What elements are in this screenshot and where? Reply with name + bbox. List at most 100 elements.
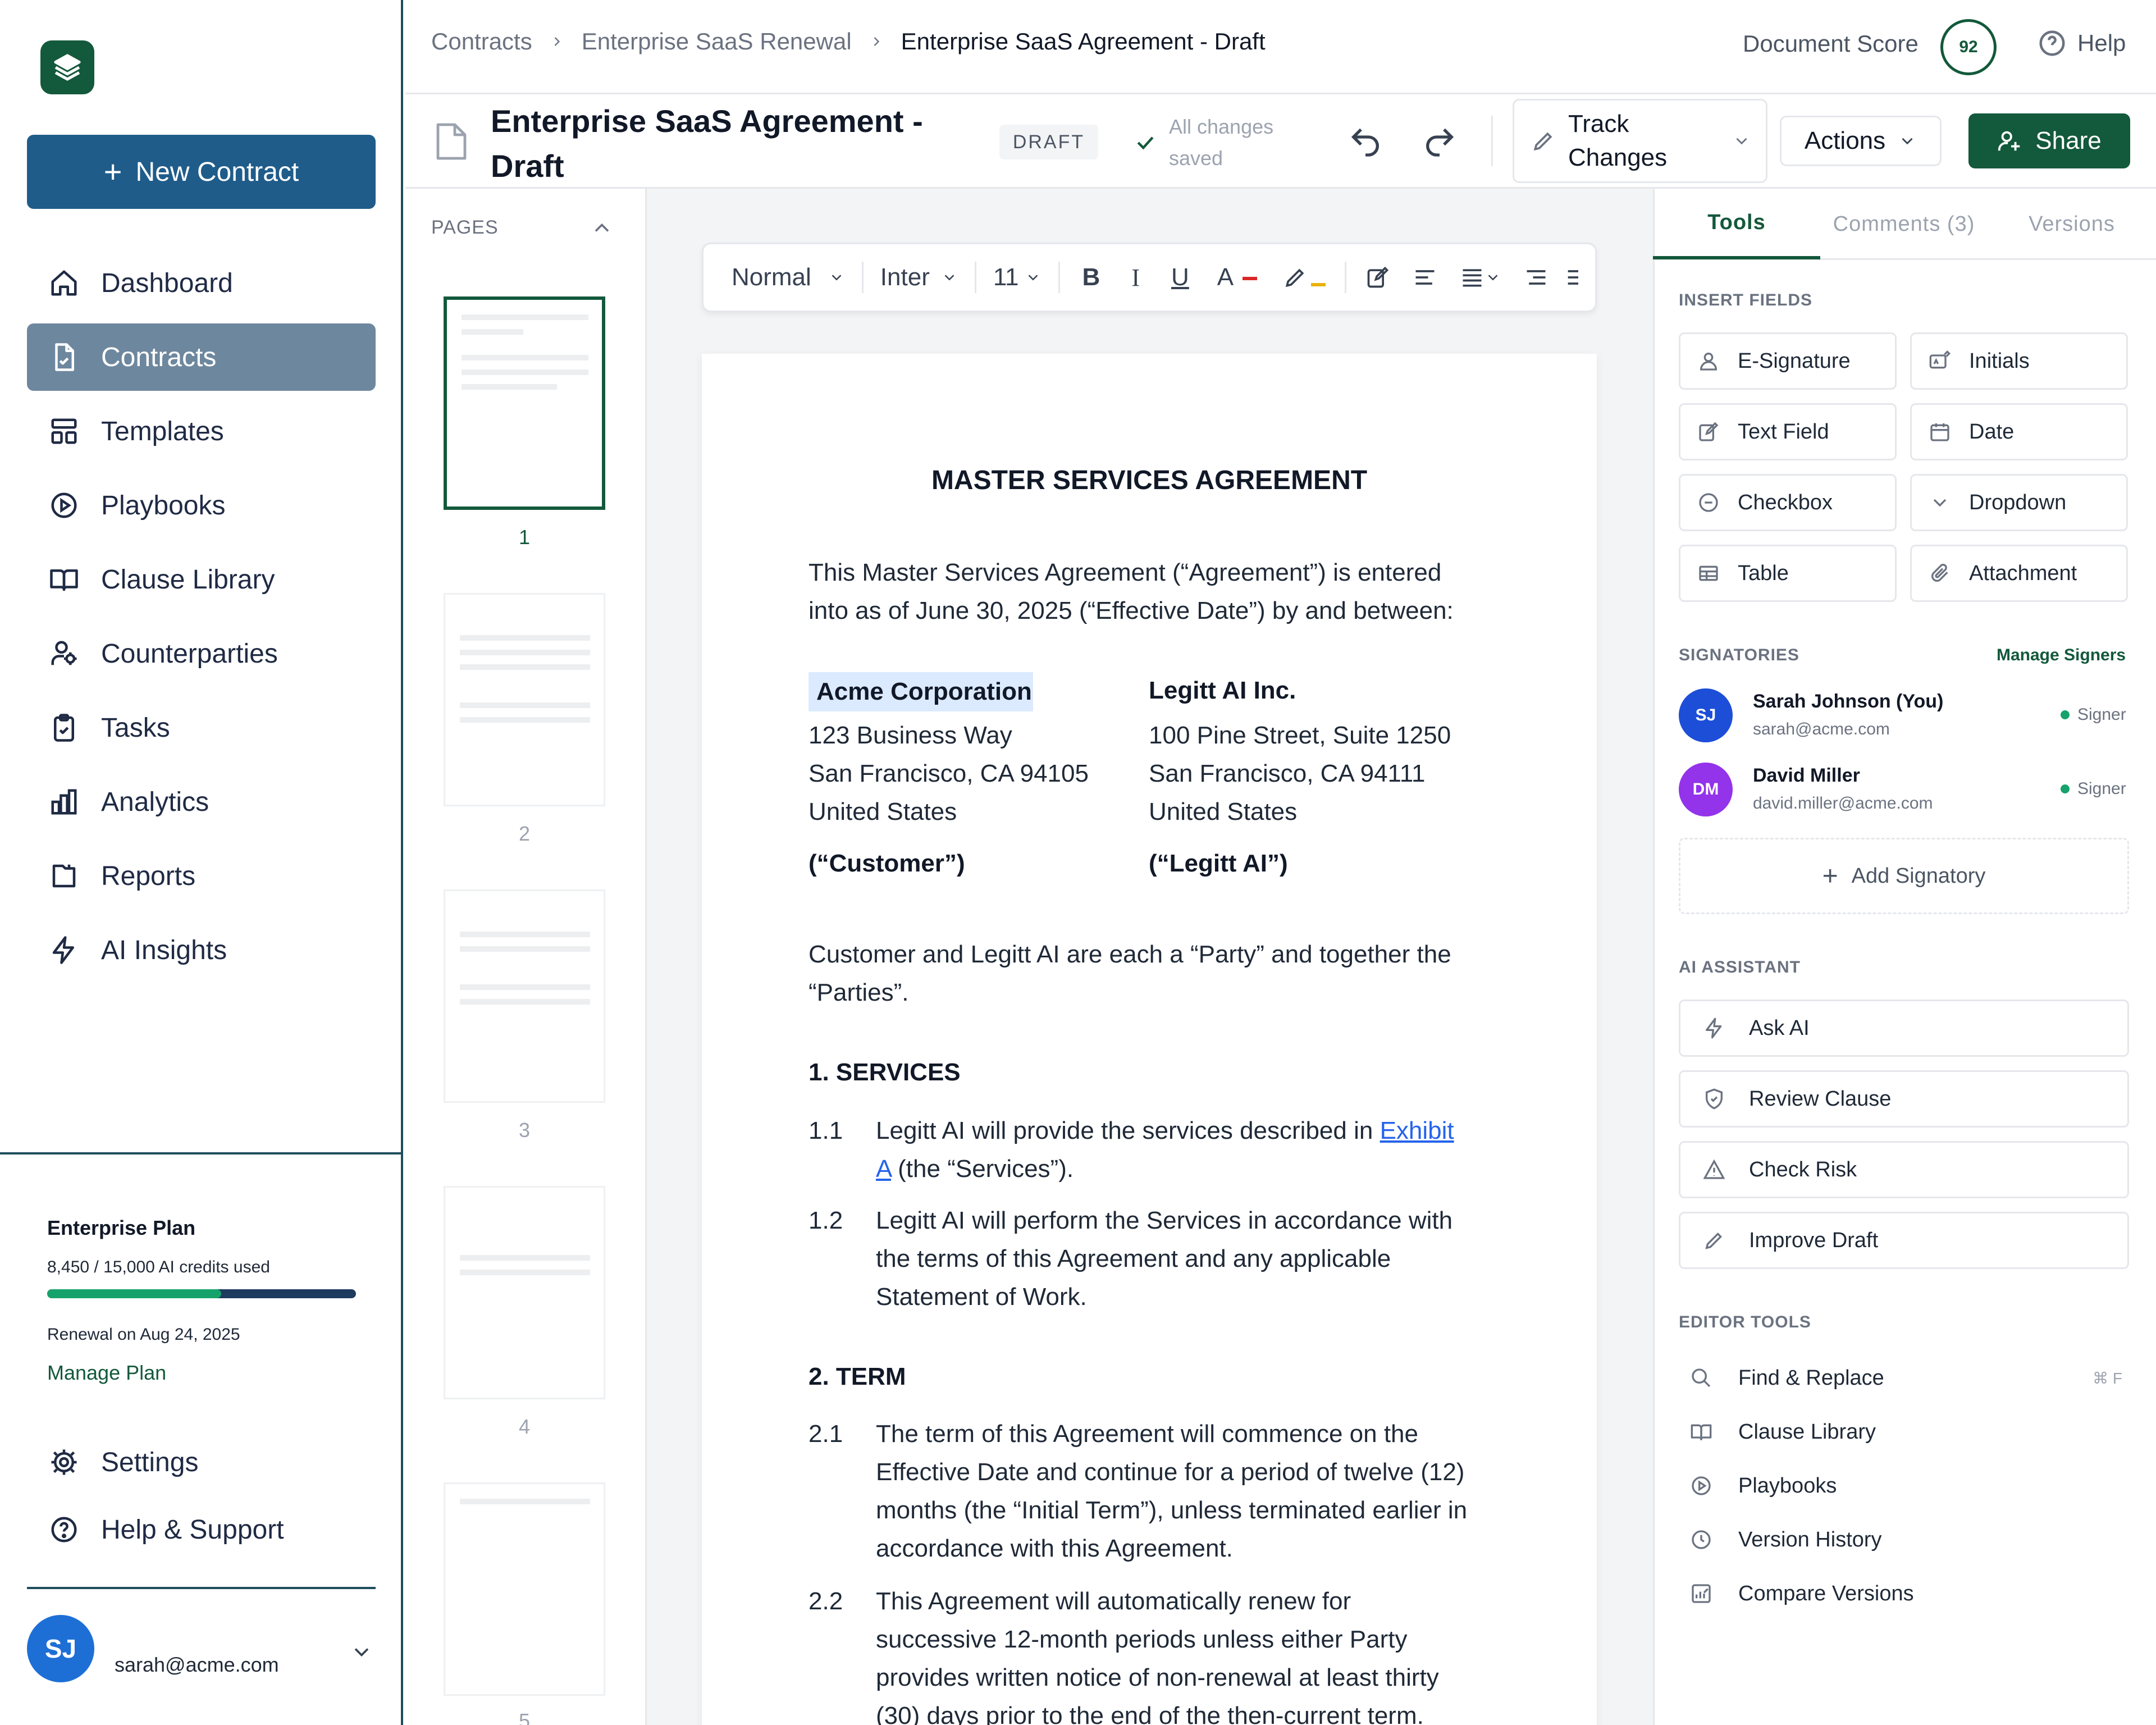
compare-versions-tool[interactable]: Compare Versions: [1690, 1571, 2122, 1616]
tab-versions[interactable]: Versions: [1988, 189, 2156, 259]
app-logo[interactable]: [40, 40, 94, 94]
gear-icon: [47, 1445, 81, 1479]
field-attachment[interactable]: Attachment: [1910, 545, 2128, 602]
pages-heading: PAGES: [431, 217, 499, 238]
sidebar-item-reports[interactable]: Reports: [27, 842, 376, 910]
undo-button[interactable]: [1347, 124, 1383, 159]
sidebar-item-settings[interactable]: Settings: [27, 1429, 376, 1496]
chevron-down-icon: [1929, 491, 1953, 514]
exhibit-link[interactable]: Exhibit: [1380, 1117, 1454, 1144]
highlight-button[interactable]: [1283, 265, 1326, 290]
clause-2-2[interactable]: This Agreement will automatically renew …: [876, 1582, 1439, 1725]
page-thumbnail-3[interactable]: [444, 889, 605, 1103]
thumb-line: [462, 384, 557, 390]
clause-1-2[interactable]: Legitt AI will perform the Services in a…: [876, 1202, 1452, 1316]
thumb-line: [462, 329, 523, 335]
ask-ai-button[interactable]: Ask AI: [1679, 1000, 2129, 1057]
sidebar-item-analytics[interactable]: Analytics: [27, 768, 376, 836]
bold-button[interactable]: B: [1082, 263, 1100, 291]
italic-button[interactable]: I: [1131, 263, 1140, 292]
field-dropdown[interactable]: Dropdown: [1910, 474, 2128, 531]
text-line: San Francisco, CA 94105: [808, 760, 1089, 787]
signer-role[interactable]: Signer: [2061, 779, 2126, 798]
breadcrumb-renewal[interactable]: Enterprise SaaS Renewal: [582, 28, 852, 55]
check-risk-button[interactable]: Check Risk: [1679, 1141, 2129, 1198]
sidebar-item-dashboard[interactable]: Dashboard: [27, 249, 376, 317]
font-select[interactable]: Inter: [880, 263, 958, 291]
party-b-address[interactable]: 100 Pine Street, Suite 1250 San Francisc…: [1149, 717, 1451, 831]
file-icon: [47, 340, 81, 374]
user-plus-icon: [1997, 128, 2023, 154]
text-line: A (the “Services”).: [876, 1150, 1454, 1188]
field-date[interactable]: Date: [1910, 403, 2128, 460]
find-replace-tool[interactable]: Find & Replace ⌘ F: [1690, 1356, 2122, 1400]
align-right-icon[interactable]: [1524, 265, 1549, 290]
document-title[interactable]: Enterprise SaaS Agreement - Draft: [491, 99, 923, 189]
page-thumbnail-2[interactable]: [444, 593, 605, 806]
sidebar-item-playbooks[interactable]: Playbooks: [27, 472, 376, 539]
sidebar-item-contracts[interactable]: Contracts: [27, 323, 376, 391]
breadcrumb-contracts[interactable]: Contracts: [431, 28, 532, 55]
list-icon[interactable]: [1565, 265, 1579, 290]
add-signatory-button[interactable]: + Add Signatory: [1679, 838, 2129, 914]
playbooks-tool[interactable]: Playbooks: [1690, 1463, 2122, 1508]
manage-plan-link[interactable]: Manage Plan: [47, 1361, 166, 1385]
clause-1-1[interactable]: Legitt AI will provide the services desc…: [876, 1112, 1454, 1188]
party-a-name[interactable]: Acme Corporation: [816, 673, 1032, 711]
field-initials[interactable]: Initials: [1910, 332, 2128, 390]
sidebar-item-help-support[interactable]: Help & Support: [27, 1496, 376, 1563]
party-a-address[interactable]: 123 Business Way San Francisco, CA 94105…: [808, 717, 1089, 831]
page-thumbnail-1[interactable]: [444, 296, 605, 510]
tab-comments[interactable]: Comments (3): [1820, 189, 1988, 259]
style-select[interactable]: Normal: [732, 263, 845, 291]
signer-role[interactable]: Signer: [2061, 705, 2126, 724]
sidebar-item-clause-library[interactable]: Clause Library: [27, 546, 376, 613]
improve-draft-button[interactable]: Improve Draft: [1679, 1212, 2129, 1269]
field-table[interactable]: Table: [1679, 545, 1897, 602]
actions-dropdown[interactable]: Actions: [1780, 116, 1942, 166]
font-size-select[interactable]: 11: [993, 263, 1042, 291]
share-button[interactable]: Share: [1968, 113, 2130, 168]
field-e-signature[interactable]: E-Signature: [1679, 332, 1897, 390]
document-score-badge[interactable]: 92: [1940, 19, 1997, 75]
clause-2-1[interactable]: The term of this Agreement will commence…: [876, 1415, 1467, 1568]
help-button[interactable]: Help: [2037, 28, 2126, 58]
manage-signers-link[interactable]: Manage Signers: [1997, 646, 2126, 665]
party-a-role[interactable]: (“Customer”): [808, 845, 965, 883]
party-b-name[interactable]: Legitt AI Inc.: [1149, 672, 1296, 710]
thumb-line: [460, 635, 590, 641]
track-changes-dropdown[interactable]: Track Changes: [1513, 99, 1767, 183]
intro-paragraph[interactable]: This Master Services Agreement (“Agreeme…: [808, 554, 1454, 630]
page-thumbnail-5[interactable]: [444, 1482, 605, 1696]
align-left-icon[interactable]: [1413, 265, 1437, 290]
insert-fields-heading: INSERT FIELDS: [1679, 291, 1813, 309]
party-b-role[interactable]: (“Legitt AI”): [1149, 845, 1288, 883]
page-number: 1: [518, 526, 531, 549]
clause-library-tool[interactable]: Clause Library: [1690, 1409, 2122, 1454]
field-text-field[interactable]: Text Field: [1679, 403, 1897, 460]
redo-button[interactable]: [1422, 124, 1458, 159]
sidebar-item-templates[interactable]: Templates: [27, 398, 376, 465]
edit-icon[interactable]: [1365, 265, 1390, 290]
track-changes-label: Track Changes: [1568, 107, 1667, 175]
field-checkbox[interactable]: Checkbox: [1679, 474, 1897, 531]
page-thumbnail-4[interactable]: [444, 1186, 605, 1399]
underline-button[interactable]: U: [1171, 263, 1189, 291]
version-history-tool[interactable]: Version History: [1690, 1517, 2122, 1562]
sidebar-item-tasks[interactable]: Tasks: [27, 694, 376, 761]
avatar[interactable]: SJ: [27, 1615, 94, 1682]
tab-tools[interactable]: Tools: [1653, 189, 1820, 259]
new-contract-button[interactable]: + New Contract: [27, 135, 376, 209]
sidebar-item-ai-insights[interactable]: AI Insights: [27, 916, 376, 984]
person-icon: [1697, 350, 1722, 372]
review-clause-button[interactable]: Review Clause: [1679, 1070, 2129, 1128]
align-justify-icon[interactable]: [1460, 265, 1501, 290]
chevron-down-icon[interactable]: [349, 1640, 374, 1664]
parties-paragraph[interactable]: Customer and Legitt AI are each a “Party…: [808, 935, 1451, 1012]
chevron-up-icon[interactable]: [590, 216, 614, 240]
exhibit-link[interactable]: A: [876, 1155, 891, 1183]
lightning-icon: [1703, 1017, 1728, 1039]
divider: [27, 1587, 376, 1589]
sidebar-item-counterparties[interactable]: Counterparties: [27, 620, 376, 687]
font-color-button[interactable]: A: [1217, 263, 1257, 291]
